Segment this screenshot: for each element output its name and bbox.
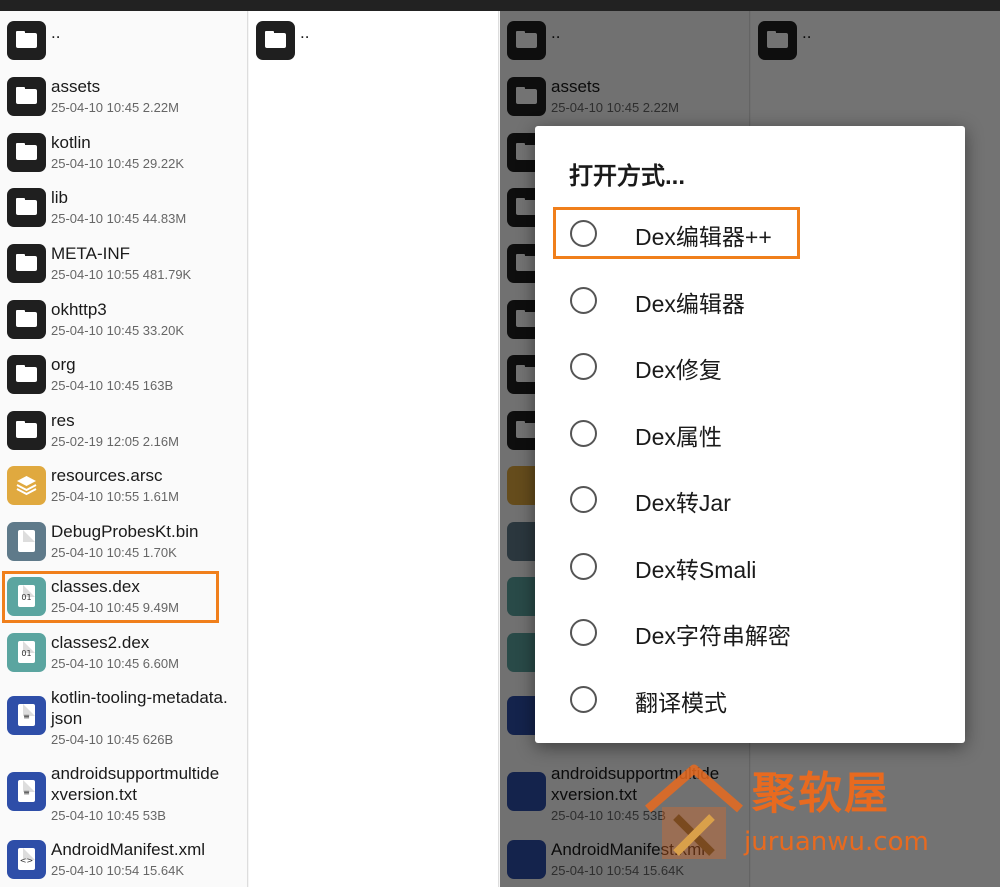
list-item[interactable]: kotlin 25-04-10 10:45 29.22K — [0, 131, 247, 187]
file-name: res — [51, 411, 75, 430]
list-item[interactable]: lib 25-04-10 10:45 44.83M — [0, 186, 247, 242]
file-meta: 25-04-10 10:55 1.61M — [51, 489, 179, 504]
file-meta: 25-04-10 10:45 44.83M — [51, 211, 187, 226]
file-name: assets — [51, 77, 101, 96]
list-item[interactable]: assets 25-04-10 10:45 2.22M — [0, 75, 247, 131]
dialog-title: 打开方式... — [569, 163, 686, 190]
list-item[interactable]: <> AndroidManifest.xml 25-04-10 10:54 15… — [0, 838, 247, 887]
text-file-icon: ≡ — [7, 772, 46, 811]
file-meta: 25-04-10 10:54 15.64K — [51, 863, 184, 878]
file-name: kotlin — [51, 133, 91, 152]
file-name: androidsupportmultide — [51, 764, 220, 783]
file-meta: 25-04-10 10:45 6.60M — [51, 656, 179, 671]
dex-file-icon: 01 — [7, 633, 46, 672]
option-label: Dex编辑器 — [635, 291, 745, 317]
list-item[interactable]: ≡ androidsupportmultide xversion.txt 25-… — [0, 762, 247, 837]
file-name: okhttp3 — [51, 300, 107, 319]
list-item[interactable]: META-INF 25-04-10 10:55 481.79K — [0, 242, 247, 298]
file-meta: 25-04-10 10:45 29.22K — [51, 156, 184, 171]
option-label: Dex转Smali — [635, 557, 757, 583]
file-meta: 25-04-10 10:45 53B — [51, 808, 166, 823]
text-file-icon: ≡ — [7, 696, 46, 735]
radio-icon[interactable] — [570, 686, 597, 713]
file-name: classes2.dex — [51, 633, 150, 652]
list-item[interactable]: res 25-02-19 12:05 2.16M — [0, 409, 247, 465]
watermark-text: 聚软屋 — [752, 768, 890, 819]
file-meta: 25-04-10 10:45 2.22M — [51, 100, 179, 115]
option-translate-mode[interactable]: 翻译模式 — [535, 666, 965, 732]
folder-icon — [7, 244, 46, 283]
file-meta: 25-04-10 10:45 1.70K — [51, 545, 177, 560]
folder-icon — [7, 77, 46, 116]
radio-icon[interactable] — [570, 553, 597, 580]
file-name: META-INF — [51, 244, 131, 263]
file-name: AndroidManifest.xml — [51, 840, 206, 859]
watermark: 聚软屋 juruanwu.com — [640, 757, 940, 877]
file-meta: 25-04-10 10:45 626B — [51, 732, 174, 747]
option-dex-to-jar[interactable]: Dex转Jar — [535, 466, 965, 532]
list-item[interactable]: okhttp3 25-04-10 10:45 33.20K — [0, 298, 247, 354]
option-dex-editor[interactable]: Dex编辑器 — [535, 267, 965, 333]
option-label: 翻译模式 — [635, 690, 727, 716]
classes-dex-highlight — [2, 571, 219, 623]
list-item[interactable]: org 25-04-10 10:45 163B — [0, 353, 247, 409]
file-name: kotlin-tooling-metadata. — [51, 688, 228, 707]
folder-icon — [7, 355, 46, 394]
file-name-cont: xversion.txt — [51, 785, 137, 804]
option-label: Dex属性 — [635, 424, 722, 450]
file-meta: 25-04-10 10:45 33.20K — [51, 323, 184, 338]
option-dex-string-decrypt[interactable]: Dex字符串解密 — [535, 599, 965, 665]
list-item[interactable]: DebugProbesKt.bin 25-04-10 10:45 1.70K — [0, 520, 247, 576]
folder-icon — [7, 411, 46, 450]
folder-icon — [7, 188, 46, 227]
radio-icon[interactable] — [570, 619, 597, 646]
layers-icon — [7, 466, 46, 505]
parent-dir-label: .. — [51, 23, 61, 42]
folder-icon — [7, 300, 46, 339]
parent-dir-label: .. — [300, 23, 310, 42]
radio-icon[interactable] — [570, 353, 597, 380]
list-item[interactable]: ≡ kotlin-tooling-metadata. json 25-04-10… — [0, 686, 247, 761]
file-list-pane[interactable]: .. assets 25-04-10 10:45 2.22M kotlin 25… — [0, 11, 248, 887]
option-label: Dex修复 — [635, 357, 722, 383]
parent-dir-row[interactable]: .. — [249, 11, 497, 66]
radio-icon[interactable] — [570, 420, 597, 447]
list-item[interactable]: 01 classes2.dex 25-04-10 10:45 6.60M — [0, 631, 247, 687]
file-name: org — [51, 355, 76, 374]
list-item[interactable]: resources.arsc 25-04-10 10:55 1.61M — [0, 464, 247, 520]
option-dex-properties[interactable]: Dex属性 — [535, 400, 965, 466]
file-name: DebugProbesKt.bin — [51, 522, 199, 541]
folder-icon — [256, 21, 295, 60]
file-icon — [7, 522, 46, 561]
folder-icon — [7, 21, 46, 60]
code-file-icon: <> — [7, 840, 46, 879]
radio-icon[interactable] — [570, 287, 597, 314]
radio-icon[interactable] — [570, 486, 597, 513]
watermark-url: juruanwu.com — [744, 827, 929, 857]
file-name-cont: json — [51, 709, 83, 728]
file-name: lib — [51, 188, 69, 207]
option-dex-to-smali[interactable]: Dex转Smali — [535, 533, 965, 599]
option-dex-repair[interactable]: Dex修复 — [535, 333, 965, 399]
option-label: Dex转Jar — [635, 490, 731, 516]
option-label: Dex字符串解密 — [635, 623, 791, 649]
file-name: resources.arsc — [51, 466, 163, 485]
parent-dir-row[interactable]: .. — [0, 11, 247, 66]
second-pane[interactable]: .. — [249, 11, 499, 887]
file-meta: 25-04-10 10:45 163B — [51, 378, 174, 393]
file-meta: 25-02-19 12:05 2.16M — [51, 434, 179, 449]
status-bar — [0, 0, 1000, 11]
folder-icon — [7, 133, 46, 172]
file-meta: 25-04-10 10:55 481.79K — [51, 267, 192, 282]
dex-editor-plus-highlight — [553, 207, 800, 259]
watermark-logo-icon — [645, 764, 743, 859]
